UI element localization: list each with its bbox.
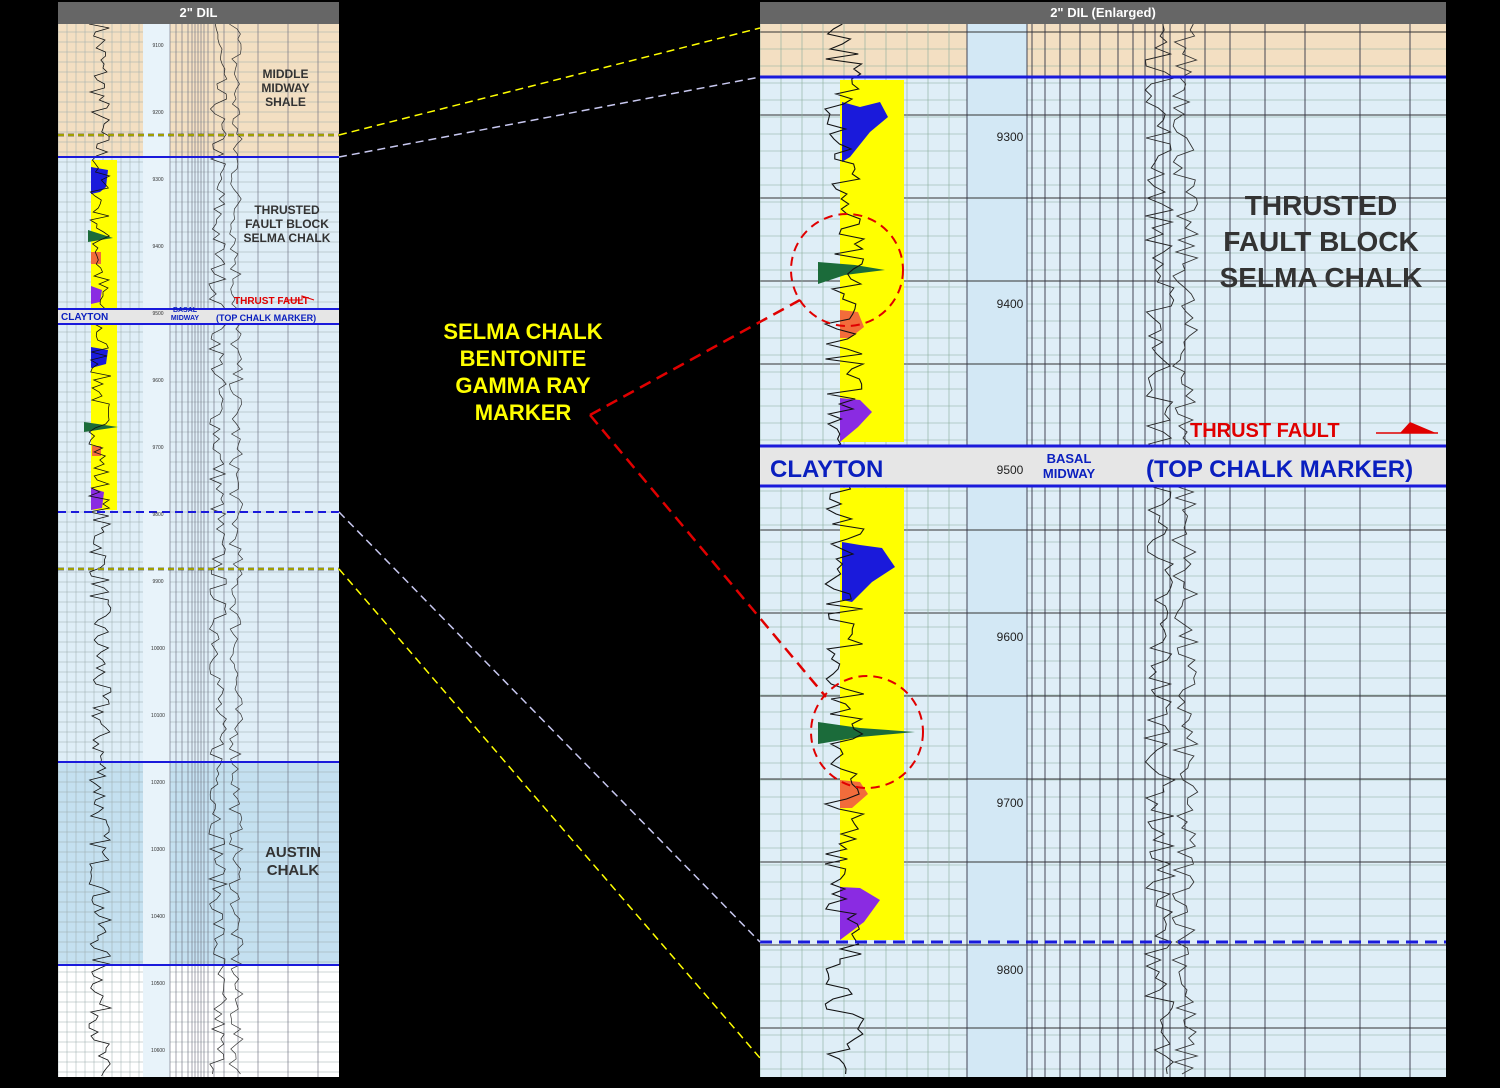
left-thrusted-block-label: THRUSTED FAULT BLOCK SELMA CHALK <box>243 203 331 246</box>
left-depth-tick: 10500 <box>151 981 165 987</box>
right-panel-header: 2" DIL (Enlarged) <box>760 2 1446 24</box>
left-top-chalk-marker-label: (TOP CHALK MARKER) <box>216 313 317 323</box>
left-depth-tick: 9600 <box>152 378 163 384</box>
left-depth-tick: 9800 <box>152 512 163 518</box>
right-basal-midway-label: BASAL MIDWAY <box>1042 451 1096 481</box>
left-depth-tick: 10300 <box>151 847 165 853</box>
right-depth-tick: 9300 <box>997 130 1024 144</box>
left-log-graphic: 9100 9200 9300 9400 9500 9600 9700 9800 9900 1000… <box>58 23 339 1077</box>
right-thrusted-block-label: THRUSTED FAULT BLOCK SELMA CHALK <box>1219 190 1423 293</box>
right-depth-tick: 9700 <box>997 796 1024 810</box>
right-depth-tick: 9800 <box>997 963 1024 977</box>
right-log-graphic: 9300 9400 9500 9600 9700 9800 <box>760 23 1446 1077</box>
left-depth-tick: 9700 <box>152 445 163 451</box>
left-middle-midway-shale-label: MIDDLE MIDWAY SHALE <box>261 67 310 110</box>
right-depth-tick: 9400 <box>997 297 1024 311</box>
left-depth-tick: 9400 <box>152 244 163 250</box>
connector-top-yellow <box>338 27 761 136</box>
right-depth-tick: 9600 <box>997 630 1024 644</box>
right-thrust-fault-label: THRUST FAULT <box>1190 420 1340 442</box>
right-clayton-label: CLAYTON <box>770 456 884 483</box>
left-depth-tick: 10400 <box>151 914 165 920</box>
left-depth-tick: 10000 <box>151 646 165 652</box>
right-top-chalk-marker-label: (TOP CHALK MARKER) <box>1146 456 1414 483</box>
left-depth-tick: 9300 <box>152 177 163 183</box>
right-log-panel: 2" DIL (Enlarged) 9300 9400 9500 9600 9700 98… <box>760 2 1446 1077</box>
connector-top-lavender <box>338 76 761 158</box>
right-depth-tick: 9500 <box>997 463 1024 477</box>
left-depth-tick: 9100 <box>152 43 163 49</box>
left-panel-header: 2" DIL <box>58 2 339 24</box>
left-depth-tick: 10100 <box>151 713 165 719</box>
left-depth-tick: 9200 <box>152 110 163 116</box>
left-depth-tick: 9500 <box>152 311 163 317</box>
left-depth-tick: 10600 <box>151 1048 165 1054</box>
bentonite-marker-callout: SELMA CHALK BENTONITE GAMMA RAY MARKER <box>443 319 603 425</box>
right-thrust-arrow-head <box>1400 422 1436 433</box>
left-basal-midway-label: BASAL MIDWAY <box>170 307 200 322</box>
left-thrust-fault-label: THRUST FAULT <box>234 296 309 307</box>
connector-bottom-yellow <box>338 568 761 1059</box>
right-depth-track <box>967 24 1027 1077</box>
connector-bottom-lavender <box>338 511 761 943</box>
left-depth-tick: 10200 <box>151 780 165 786</box>
left-clayton-label: CLAYTON <box>61 312 109 323</box>
left-log-panel: 2" DIL 9100 9200 9300 9400 9500 9600 9700 9800 9… <box>58 2 339 1077</box>
left-depth-tick: 9900 <box>152 579 163 585</box>
left-austin-chalk-label: AUSTIN CHALK <box>265 844 321 879</box>
